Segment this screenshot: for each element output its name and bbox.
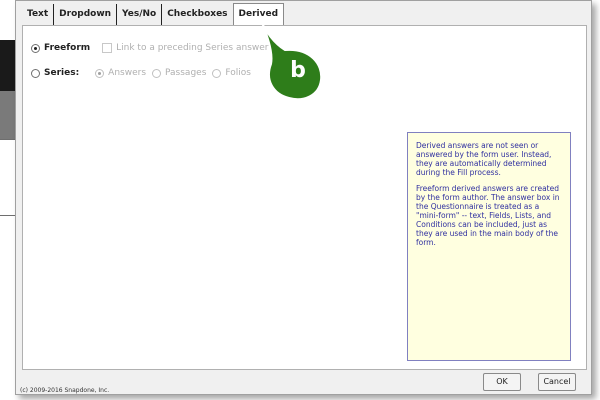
derived-help-box: Derived answers are not seen or answered… [407,132,571,361]
passages-radio[interactable] [152,68,162,78]
series-option-passages[interactable]: Passages [152,68,206,78]
background-divider [0,215,16,216]
tab-yes-no-label: Yes/No [122,9,157,19]
tab-text[interactable]: Text [22,4,55,25]
freeform-radio[interactable] [31,43,40,53]
ok-button[interactable]: OK [483,373,521,391]
answers-label: Answers [108,68,147,78]
help-paragraph-1: Derived answers are not seen or answered… [416,141,552,177]
cancel-button[interactable]: Cancel [538,373,576,391]
folios-label: Folios [225,68,251,78]
series-radio[interactable] [31,68,40,78]
tab-text-label: Text [27,9,49,19]
tab-dropdown[interactable]: Dropdown [54,4,118,25]
background-gray-block [0,91,16,139]
link-series-checkbox[interactable] [102,43,113,53]
link-series-label: Link to a preceding Series answer o [116,43,277,53]
series-label: Series: [44,68,80,78]
passages-label: Passages [165,68,207,78]
tab-checkboxes[interactable]: Checkboxes [162,4,232,25]
callout-bubble-b [258,15,323,100]
series-row: Series: Answers Passages Folios [31,68,257,78]
copyright-text: (c) 2009-2016 Snapdone, Inc. [20,387,110,394]
callout-label: b [290,58,306,83]
background-dark-header [0,40,16,91]
tab-yes-no[interactable]: Yes/No [117,4,163,25]
tab-checkboxes-label: Checkboxes [167,9,228,19]
answers-radio[interactable] [95,68,105,78]
series-option-folios[interactable]: Folios [212,68,251,78]
freeform-label: Freeform [44,43,91,53]
folios-radio[interactable] [212,68,222,78]
series-option-answers[interactable]: Answers [95,68,146,78]
tab-dropdown-label: Dropdown [59,9,112,19]
background-divider [0,139,16,140]
help-paragraph-2: Freeform derived answers are created by … [416,184,560,247]
freeform-row: Freeform Link to a preceding Series answ… [31,43,277,53]
